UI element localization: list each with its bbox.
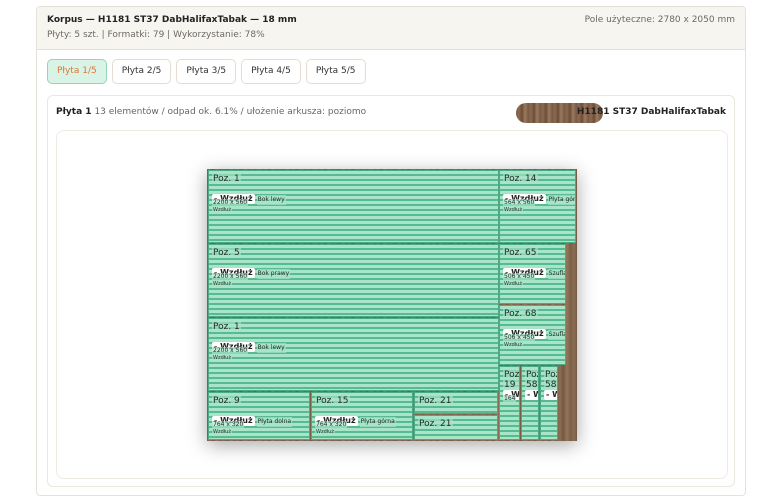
piece-name: Bok lewy (256, 343, 286, 353)
piece-meta: - WzdłużSzuf. 1 / (544, 382, 557, 401)
sheet-info: 13 elementów / odpad ok. 6.1% / ułożenie… (94, 107, 367, 117)
piece-label: Poz. 21 (418, 396, 453, 406)
piece-direction: Wzdłuż (503, 342, 523, 348)
piece-name: Bok lewy (256, 195, 286, 205)
cut-piece[interactable]: Poz. 15- WzdłużPłyta górna764 x 320Wzdłu… (311, 392, 413, 440)
piece-direction: Wzdłuż (212, 429, 232, 435)
piece-dimensions: 506 x 450 (503, 273, 536, 280)
piece-label: Poz. 1 (212, 174, 241, 184)
piece-meta: - Wzdłuż (418, 408, 461, 413)
piece-dimensions: 564 x 560 (503, 199, 536, 206)
piece-dimensions: 764 x 320 (315, 421, 348, 428)
panel-header: Korpus — H1181 ST37 DabHalifaxTabak — 18… (37, 7, 745, 50)
cut-piece[interactable]: Poz. 5- WzdłużBok prawy2200 x 560Wzdłuż (208, 244, 499, 317)
usable-area: Pole użyteczne: 2780 x 2050 mm (584, 15, 735, 25)
tab-sheet-4[interactable]: Płyta 4/5 (241, 59, 301, 84)
piece-label: Poz. 68 (503, 309, 538, 319)
material-name: H1181 ST37 DabHalifaxTabak (576, 107, 726, 117)
piece-name: Płyta dolna (256, 417, 293, 427)
piece-dimensions: 764 x 320 (212, 421, 245, 428)
tab-sheet-5[interactable]: Płyta 5/5 (305, 59, 366, 84)
piece-meta: - WzdłużSzuf. 1 / (525, 382, 538, 401)
piece-label: Poz. 15 (315, 396, 350, 406)
cut-piece[interactable]: Poz. 9- WzdłużPłyta dolna764 x 320Wzdłuż (208, 392, 310, 440)
cut-piece[interactable]: Poz. 68- WzdłużSzuflada 4 / dno506 x 450… (499, 305, 566, 365)
piece-name: Płyta górna (547, 195, 575, 205)
cut-piece[interactable]: Poz. 21 - Wzdłuż (414, 392, 498, 414)
piece-name: Szuflada 3 / dno (547, 269, 565, 279)
piece-dimensions: 2200 x 560 (212, 347, 249, 354)
sheet-canvas: Poz. 1- WzdłużBok lewy2200 x 560WzdłużPo… (56, 130, 728, 479)
summary-stats: Płyty: 5 szt. | Formatki: 79 | Wykorzyst… (47, 30, 265, 40)
piece-direction: Wzdłuż (212, 281, 232, 287)
piece-dimensions: 2200 x 560 (212, 199, 249, 206)
cut-piece[interactable]: Poz. 14- WzdłużPłyta górna564 x 560Wzdłu… (499, 170, 576, 243)
piece-label: Poz. 1 (212, 322, 241, 332)
piece-label: Poz. 14 (503, 174, 538, 184)
piece-label: Poz. 65 (503, 248, 538, 258)
piece-direction: Wzdłuż (212, 355, 232, 361)
material-title: Korpus — H1181 ST37 DabHalifaxTabak — 18… (47, 15, 297, 25)
piece-dimensions: 2200 x 560 (212, 273, 249, 280)
grain-direction-tag: - Wzdłuż (525, 390, 538, 400)
piece-meta: - Wzdłuż (418, 431, 461, 440)
tab-sheet-3[interactable]: Płyta 3/5 (176, 59, 237, 84)
tab-sheet-2[interactable]: Płyta 2/5 (111, 59, 172, 84)
cut-piece[interactable]: Poz. 58- WzdłużSzuf. 1 / (540, 366, 558, 440)
piece-dimensions: 164 (503, 395, 517, 402)
cut-piece[interactable]: Poz. 21 - Wzdłuż (414, 415, 498, 440)
grain-direction-tag: - Wzdłuż (544, 390, 557, 400)
piece-label: Poz. 21 (418, 419, 453, 429)
piece-dimensions: 506 x 450 (503, 334, 536, 341)
piece-direction: Wzdłuż (503, 207, 523, 213)
piece-name: Szuflada 4 / dno (547, 330, 565, 340)
piece-direction: Wzdłuż (315, 429, 335, 435)
board-layout: Poz. 1- WzdłużBok lewy2200 x 560WzdłużPo… (207, 169, 577, 441)
piece-label: Poz. 5 (212, 248, 241, 258)
piece-direction: Wzdłuż (212, 207, 232, 213)
cut-piece[interactable]: Poz. 19- WzdłużPłyta górna164 (499, 366, 520, 440)
cut-piece[interactable]: Poz. 65- WzdłużSzuflada 3 / dno506 x 450… (499, 244, 566, 304)
cut-piece[interactable]: Poz. 1- WzdłużBok lewy2200 x 560Wzdłuż (208, 170, 499, 243)
piece-name: Bok prawy (256, 269, 291, 279)
sheet-card: Płyta 1 13 elementów / odpad ok. 6.1% / … (47, 95, 735, 487)
tab-sheet-1[interactable]: Płyta 1/5 (47, 59, 107, 84)
sheet-tabs: Płyta 1/5 Płyta 2/5 Płyta 3/5 Płyta 4/5 … (47, 59, 366, 84)
piece-direction: Wzdłuż (503, 281, 523, 287)
grain-direction-tag: - Wzdłuż (418, 439, 461, 440)
cut-piece[interactable]: Poz. 58- WzdłużSzuf. 1 / (521, 366, 539, 440)
sheet-header: Płyta 1 13 elementów / odpad ok. 6.1% / … (56, 107, 366, 117)
piece-name: Płyta górna (359, 417, 396, 427)
sheet-title: Płyta 1 (56, 107, 92, 117)
cutting-plan-panel: Korpus — H1181 ST37 DabHalifaxTabak — 18… (36, 6, 746, 496)
cut-piece[interactable]: Poz. 1- WzdłużBok lewy2200 x 560Wzdłuż (208, 318, 499, 391)
piece-label: Poz. 9 (212, 396, 241, 406)
